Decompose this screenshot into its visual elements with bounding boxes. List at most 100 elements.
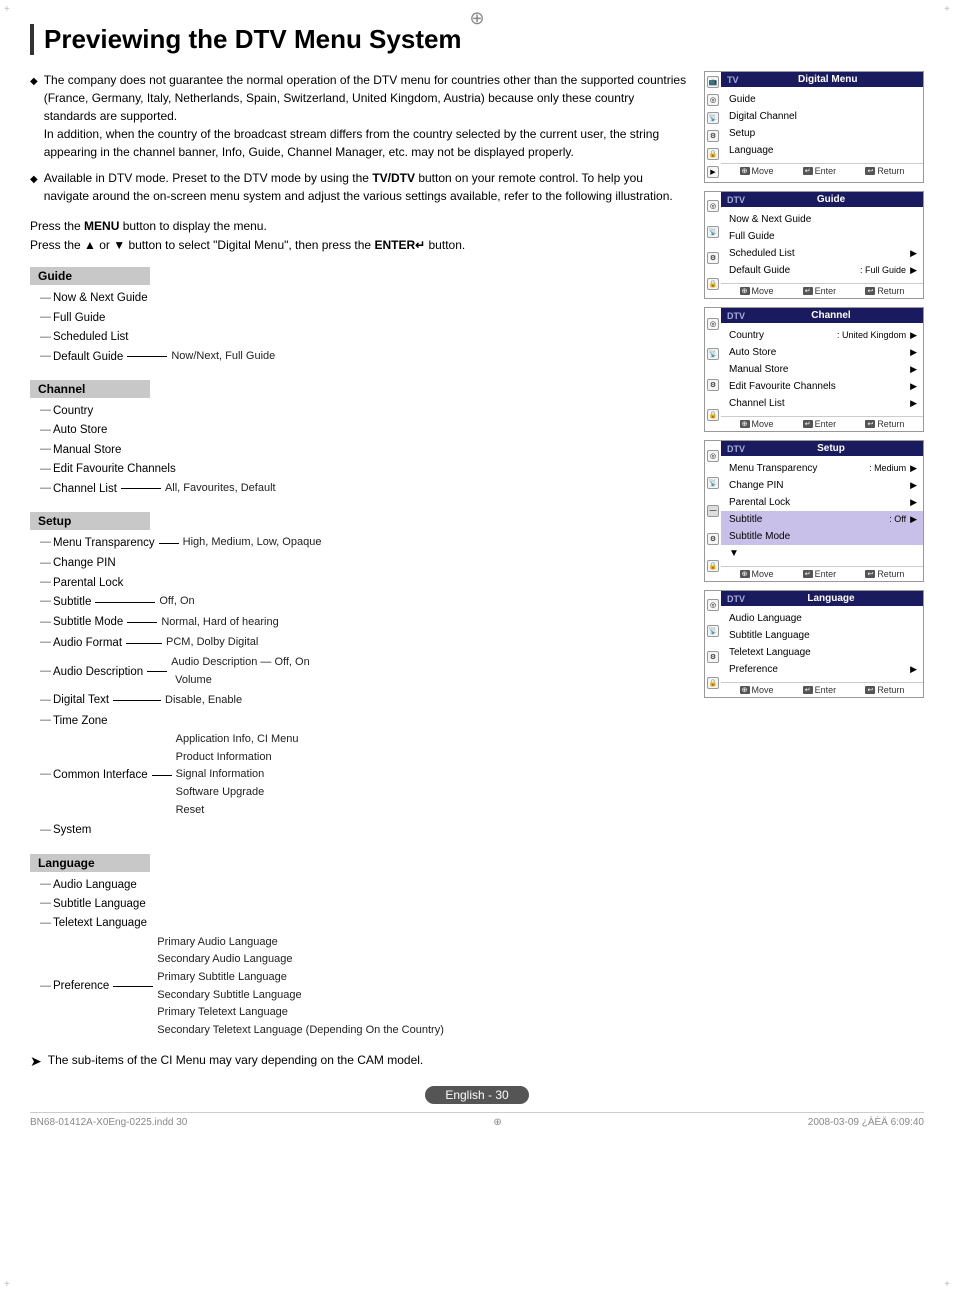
- desc-menu-transparency: High, Medium, Low, Opaque: [183, 534, 322, 552]
- menu-item-auto-store: — Auto Store: [40, 421, 688, 439]
- connector-digital-text: [113, 700, 161, 701]
- desc-audio-format: PCM, Dolby Digital: [166, 634, 258, 652]
- side-icon-tv: 📺: [707, 76, 719, 88]
- page: + + ⊕ Previewing the DTV Menu System ◆ T…: [0, 0, 954, 1314]
- footer-enter-5: ↵Enter: [803, 685, 836, 695]
- footer-enter-3: ↵Enter: [803, 419, 836, 429]
- panel-footer-channel: ⊕ Move ↵Enter ↩ Return: [721, 416, 923, 431]
- panel-side-icons-3: ◎ 📡 ⚙ 🔒: [705, 308, 721, 431]
- menu-item-label-country: Country: [53, 402, 93, 420]
- doc-date: 2008-03-09 ¿ÀÈÄ 6:09:40: [808, 1117, 924, 1128]
- desc-channel-list: All, Favourites, Default: [165, 480, 276, 498]
- side-icon-3b: 📡: [707, 348, 719, 360]
- content-wrapper: ◆ The company does not guarantee the nor…: [30, 71, 924, 1070]
- side-icon-2b: 📡: [707, 226, 719, 238]
- panel-row-value-default-guide: : Full Guide: [860, 264, 906, 278]
- side-icon-4d: ⚙: [707, 533, 719, 545]
- menu-item-digital-text: — Digital Text Disable, Enable: [40, 691, 688, 709]
- panel-row-change-pin: Change PIN ▶: [721, 477, 923, 494]
- connector-audio-desc: [147, 671, 167, 672]
- footer-return-1: ↩ Return: [865, 166, 904, 176]
- panel-row-arrow-subtitle: ▶: [910, 513, 917, 527]
- panel-row-arrow-default: ▶: [910, 264, 917, 278]
- bullet-section-1: ◆ The company does not guarantee the nor…: [30, 71, 688, 205]
- desc-subtitle: Off, On: [159, 593, 194, 611]
- menu-section-setup: Setup — Menu Transparency High, Medium, …: [30, 512, 688, 840]
- panel-row-value-menu-trans: : Medium: [869, 462, 906, 476]
- footer-move-5: ⊕ Move: [740, 685, 774, 695]
- connector-channel-list: [121, 488, 161, 489]
- bullet-item-1: ◆ The company does not guarantee the nor…: [30, 71, 688, 161]
- menu-item-channel-list: — Channel List All, Favourites, Default: [40, 480, 688, 498]
- bullet-text-2: Available in DTV mode. Preset to the DTV…: [44, 169, 688, 205]
- footer-move-3: ⊕ Move: [740, 419, 774, 429]
- menu-item-label-subtitle-mode: Subtitle Mode: [53, 613, 123, 631]
- bullet-diamond-1: ◆: [30, 74, 38, 161]
- panel-row-arrow-scheduled: ▶: [910, 247, 917, 261]
- menu-item-label-parental-lock: Parental Lock: [53, 574, 123, 592]
- panel-row-guide: Guide: [721, 91, 923, 108]
- panel-row-text-teletext-language: Teletext Language: [729, 645, 917, 660]
- menu-item-label-common-interface: Common Interface: [53, 766, 148, 784]
- panel-title-guide: Guide: [817, 194, 845, 205]
- panel-language: ◎ 📡 ⚙ 🔒 DTV Language Audio: [704, 590, 924, 698]
- menu-item-label-manual-store: Manual Store: [53, 441, 121, 459]
- side-icon-3d: 🔒: [707, 409, 719, 421]
- panel-row-menu-trans: Menu Transparency : Medium ▶: [721, 460, 923, 477]
- connector-audio-format: [126, 643, 162, 644]
- corner-mark-tr: +: [944, 4, 950, 15]
- panel-row-text-manual-store: Manual Store: [729, 362, 906, 377]
- menu-item-label-time-zone: Time Zone: [53, 712, 108, 730]
- note-text: The sub-items of the CI Menu may vary de…: [48, 1053, 424, 1067]
- panel-row-down-arrow: ▼: [721, 545, 923, 562]
- panel-side-icons-4: ◎ 📡 — ⚙ 🔒: [705, 441, 721, 581]
- panel-footer-digital-menu: ⊕ Move ↵Enter ↩ Return: [721, 163, 923, 178]
- side-icon-4b: 📡: [707, 477, 719, 489]
- menu-items-setup: — Menu Transparency High, Medium, Low, O…: [30, 534, 688, 840]
- panel-header-digital-menu: TV Digital Menu: [721, 72, 923, 87]
- side-icon-4e: 🔒: [707, 560, 719, 572]
- connector-menu-transparency: [159, 543, 179, 544]
- panel-row-language: Language: [721, 142, 923, 159]
- panel-label-dtv-2: DTV: [727, 195, 745, 205]
- menu-section-guide: Guide — Now & Next Guide — Full Guide —: [30, 267, 688, 366]
- panel-row-value-country: : United Kingdom: [837, 329, 906, 343]
- menu-item-label-teletext-language: Teletext Language: [53, 914, 147, 932]
- menu-item-label-menu-transparency: Menu Transparency: [53, 534, 155, 552]
- panel-row-text-scheduled-list: Scheduled List: [729, 246, 906, 261]
- doc-footer: BN68-01412A-X0Eng-0225.indd 30 ⊕ 2008-03…: [30, 1112, 924, 1128]
- panel-row-arrow-auto-store: ▶: [910, 346, 917, 360]
- menu-item-label-digital-text: Digital Text: [53, 691, 109, 709]
- panel-row-arrow-channel-list: ▶: [910, 397, 917, 411]
- menu-item-teletext-language: — Teletext Language: [40, 914, 688, 932]
- panel-label-dtv-5: DTV: [727, 594, 745, 604]
- menu-item-country: — Country: [40, 402, 688, 420]
- connector-default-guide: [127, 356, 167, 357]
- menu-item-label-subtitle-language: Subtitle Language: [53, 895, 146, 913]
- panel-row-default-guide: Default Guide : Full Guide ▶: [721, 262, 923, 279]
- panel-row-text-audio-language: Audio Language: [729, 611, 917, 626]
- right-column: 📺 ◎ 📡 ⚙ 🔒 ▶ TV Digital Menu: [704, 71, 924, 1070]
- panel-body-language: Audio Language Subtitle Language Teletex…: [721, 606, 923, 682]
- menu-item-edit-fav: — Edit Favourite Channels: [40, 460, 688, 478]
- note-section: ➤ The sub-items of the CI Menu may vary …: [30, 1053, 688, 1070]
- panel-row-text-country: Country: [729, 328, 833, 343]
- bullet-text-1: The company does not guarantee the norma…: [44, 71, 688, 161]
- panel-row-text-guide: Guide: [729, 92, 917, 107]
- menu-item-parental-lock: — Parental Lock: [40, 574, 688, 592]
- menu-item-audio-language: — Audio Language: [40, 876, 688, 894]
- side-icon-5b: 📡: [707, 625, 719, 637]
- footer-enter-1: ↵Enter: [803, 166, 836, 176]
- side-icon-2a: ◎: [707, 200, 719, 212]
- menu-item-time-zone: — Time Zone: [40, 712, 688, 730]
- panel-row-text-parental-lock: Parental Lock: [729, 495, 906, 510]
- menu-item-label-subtitle: Subtitle: [53, 593, 91, 611]
- panel-row-arrow-edit-fav: ▶: [910, 380, 917, 394]
- panel-row-text-subtitle-mode: Subtitle Mode: [729, 529, 917, 544]
- bullet-item-2: ◆ Available in DTV mode. Preset to the D…: [30, 169, 688, 205]
- side-icon-5d: 🔒: [707, 677, 719, 689]
- panel-row-text-digital-channel: Digital Channel: [729, 109, 917, 124]
- menu-items-channel: — Country — Auto Store — Manual Store: [30, 402, 688, 498]
- panel-label-dtv-3: DTV: [727, 311, 745, 321]
- panel-row-text-subtitle: Subtitle: [729, 512, 885, 527]
